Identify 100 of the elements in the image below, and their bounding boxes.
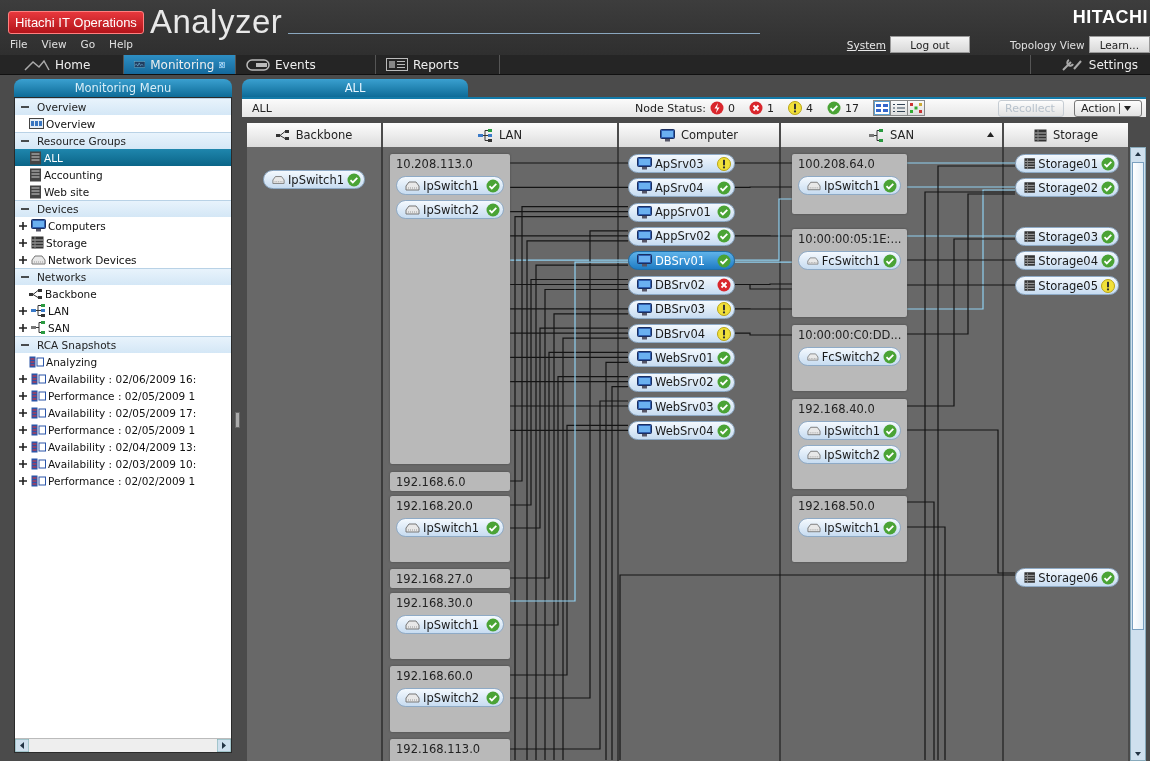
monitor-icon — [637, 181, 652, 195]
nav-tab[interactable]: Events — [236, 55, 376, 74]
network-nodes-icon — [477, 128, 493, 142]
device-node[interactable]: IpSwitch1 — [396, 176, 504, 195]
monitor-icon — [637, 351, 652, 365]
expand-icon[interactable] — [19, 442, 27, 451]
expand-icon[interactable] — [19, 408, 27, 417]
device-node[interactable]: IpSwitch2 — [798, 445, 901, 464]
device-node[interactable]: Storage06 — [1015, 568, 1119, 587]
nav-tab[interactable]: Monitoring — [124, 55, 236, 74]
device-node[interactable]: IpSwitch1 — [798, 421, 901, 440]
column-header[interactable]: LAN — [383, 123, 617, 147]
device-node[interactable]: ApSrv03 — [628, 154, 735, 173]
expand-icon[interactable] — [19, 221, 27, 230]
device-node[interactable]: ApSrv04 — [628, 178, 735, 198]
monitor-icon — [637, 278, 652, 292]
matrix-view-icon — [910, 103, 922, 113]
device-node[interactable]: IpSwitch1 — [263, 170, 365, 189]
view-tab[interactable]: ALL — [242, 79, 468, 97]
error-status-icon — [749, 101, 763, 115]
column-header[interactable]: Computer — [619, 123, 779, 147]
section-header[interactable]: Networks — [15, 268, 231, 285]
collapse-icon[interactable] — [21, 103, 29, 111]
expand-icon[interactable] — [19, 238, 27, 247]
settings-button[interactable]: Settings — [1030, 55, 1150, 74]
collapse-icon[interactable] — [21, 137, 29, 145]
column-header[interactable]: Storage — [1004, 123, 1128, 147]
device-node[interactable]: DBSrv04 — [628, 324, 735, 344]
device-node[interactable]: Storage02 — [1015, 178, 1119, 197]
logout-button[interactable]: Log out — [890, 36, 970, 53]
collapse-icon[interactable] — [21, 341, 29, 349]
monitor-icon — [637, 424, 652, 438]
column-header[interactable]: SAN — [781, 123, 1002, 147]
subnet-label: 192.168.30.0 — [396, 596, 474, 610]
monitor-icon — [659, 128, 675, 142]
splitter-handle-icon[interactable] — [234, 412, 240, 428]
expand-icon[interactable] — [19, 425, 27, 434]
device-node[interactable]: IpSwitch2 — [396, 688, 504, 707]
chart-icon — [134, 58, 146, 71]
system-link[interactable]: System — [846, 38, 886, 51]
device-node[interactable]: IpSwitch1 — [798, 518, 901, 537]
expand-icon[interactable] — [19, 459, 27, 468]
horizontal-scrollbar[interactable] — [15, 738, 231, 752]
device-node[interactable]: Storage03 — [1015, 227, 1119, 246]
expand-icon[interactable] — [19, 374, 27, 383]
device-node[interactable]: IpSwitch1 — [798, 176, 901, 195]
monitor-icon — [31, 219, 46, 232]
action-button[interactable]: Action — [1074, 99, 1142, 117]
menu-item[interactable]: Help — [109, 38, 147, 50]
collapse-icon[interactable] — [21, 205, 29, 213]
monitor-icon — [637, 254, 652, 268]
scroll-right-icon[interactable] — [217, 739, 231, 752]
menu-item[interactable]: File — [10, 38, 42, 50]
learn-button[interactable]: Learn... — [1088, 36, 1150, 53]
vertical-scrollbar[interactable] — [1130, 147, 1146, 761]
device-node[interactable]: IpSwitch1 — [396, 615, 504, 634]
monitor-icon — [637, 375, 652, 389]
switch-icon — [807, 449, 821, 460]
nav-tab[interactable]: Reports — [376, 55, 500, 74]
menu-item[interactable]: Go — [80, 38, 110, 50]
collapse-icon[interactable] — [21, 273, 29, 281]
view-toggle-button[interactable] — [907, 100, 925, 116]
device-node[interactable]: Storage04 — [1015, 251, 1119, 270]
storage-icon — [1034, 128, 1047, 142]
device-node[interactable]: WebSrv04 — [628, 421, 735, 441]
network-nodes-icon — [31, 321, 46, 334]
network-nodes-icon — [275, 129, 290, 141]
section-header[interactable]: RCA Snapshots — [15, 336, 231, 353]
view-toggle-button[interactable] — [890, 100, 908, 116]
expand-icon[interactable] — [19, 476, 27, 485]
device-node[interactable]: FcSwitch2 — [798, 347, 901, 366]
device-node[interactable]: Storage01 — [1015, 154, 1119, 173]
section-header[interactable]: Overview — [15, 98, 231, 115]
network-nodes-icon — [869, 128, 884, 142]
view-toggle-button[interactable] — [873, 100, 891, 116]
subnet-label: 192.168.20.0 — [396, 499, 474, 513]
switch-icon — [405, 204, 420, 215]
device-node[interactable]: WebSrv01 — [628, 348, 735, 368]
server-icon — [29, 150, 42, 165]
device-node[interactable]: FcSwitch1 — [798, 251, 901, 270]
column-header[interactable]: Backbone — [247, 123, 381, 147]
expand-icon[interactable] — [19, 255, 27, 264]
snapshot-icon — [29, 355, 44, 368]
switch-icon — [405, 619, 420, 630]
expand-icon[interactable] — [19, 306, 27, 315]
menu-item[interactable]: View — [41, 38, 81, 50]
monitor-icon — [637, 157, 652, 170]
section-header[interactable]: Devices — [15, 200, 231, 217]
section-header[interactable]: Resource Groups — [15, 132, 231, 149]
menu-item[interactable]: ALL — [15, 149, 231, 166]
device-node[interactable]: IpSwitch1 — [396, 518, 504, 537]
expand-icon[interactable] — [19, 391, 27, 400]
subnet-label: 192.168.113.0 — [396, 742, 482, 756]
device-node[interactable]: IpSwitch2 — [396, 200, 504, 219]
device-node[interactable]: WebSrv03 — [628, 397, 735, 416]
topology-view-label: Topology View — [1010, 38, 1085, 51]
device-node[interactable]: Storage05 — [1015, 276, 1119, 295]
subnet-label: 100.208.64.0 — [798, 157, 876, 171]
expand-icon[interactable] — [19, 323, 27, 332]
scroll-left-icon[interactable] — [15, 739, 29, 752]
